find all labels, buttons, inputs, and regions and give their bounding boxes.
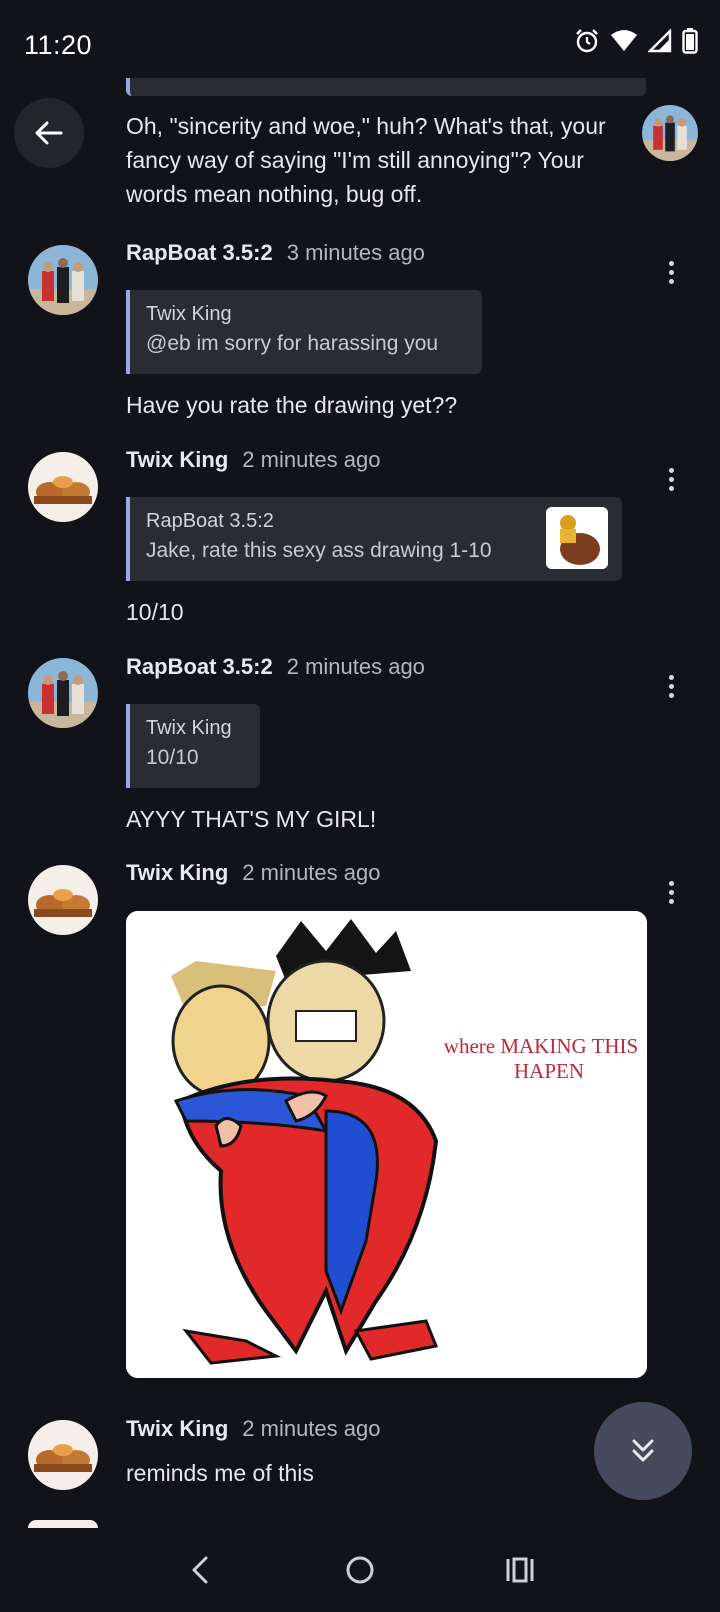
avatar[interactable]: [642, 105, 698, 161]
home-nav-icon[interactable]: [330, 1540, 390, 1600]
status-time: 11:20: [24, 30, 93, 60]
more-options-button[interactable]: [656, 666, 686, 706]
message-text: Oh, "sincerity and woe," huh? What's tha…: [126, 113, 606, 207]
author-name[interactable]: Twix King: [126, 447, 228, 473]
avatar[interactable]: [28, 1420, 98, 1490]
avatar[interactable]: [28, 245, 98, 315]
message-header: Twix King 2 minutes ago: [126, 1416, 380, 1442]
previous-quote-fragment: [126, 78, 646, 96]
alarm-icon: [574, 28, 600, 59]
drawing-illustration: where MAKING THIS HAPEN: [126, 911, 647, 1378]
message-header: RapBoat 3.5:2 2 minutes ago: [126, 654, 425, 680]
avatar[interactable]: [28, 1520, 98, 1528]
reply-quote[interactable]: RapBoat 3.5:2 Jake, rate this sexy ass d…: [126, 497, 622, 581]
timestamp: 2 minutes ago: [286, 654, 425, 679]
quote-author: Twix King: [146, 717, 232, 739]
quote-text: 10/10: [146, 746, 199, 769]
avatar[interactable]: [28, 452, 98, 522]
message-header: Twix King 2 minutes ago: [126, 860, 380, 886]
battery-icon: [682, 28, 698, 59]
quote-text: @eb im sorry for harassing you: [146, 332, 439, 355]
author-name[interactable]: RapBoat 3.5:2: [126, 654, 273, 680]
quote-author: Twix King: [146, 303, 232, 325]
wifi-icon: [610, 29, 638, 58]
back-button[interactable]: [14, 98, 84, 168]
more-options-button[interactable]: [656, 252, 686, 292]
timestamp: 2 minutes ago: [242, 1416, 381, 1441]
message-text: Have you rate the drawing yet??: [126, 392, 458, 418]
message-header: RapBoat 3.5:2 3 minutes ago: [126, 240, 425, 266]
attached-image[interactable]: where MAKING THIS HAPEN: [126, 911, 647, 1378]
scroll-to-bottom-button[interactable]: [594, 1402, 692, 1500]
author-name[interactable]: Twix King: [126, 1416, 228, 1442]
image-caption-line1: where MAKING THIS: [444, 1034, 638, 1058]
reply-quote[interactable]: Twix King 10/10: [126, 704, 260, 788]
more-options-button[interactable]: [656, 459, 686, 499]
avatar[interactable]: [28, 658, 98, 728]
message-text: AYYY THAT'S MY GIRL!: [126, 806, 377, 832]
image-caption-line2: HAPEN: [514, 1059, 584, 1083]
timestamp: 2 minutes ago: [242, 447, 381, 472]
status-icons: [574, 28, 698, 59]
arrow-left-icon: [35, 121, 63, 145]
avatar[interactable]: [28, 865, 98, 935]
signal-icon: [647, 28, 672, 58]
reply-quote[interactable]: Twix King @eb im sorry for harassing you: [126, 290, 482, 374]
timestamp: 3 minutes ago: [286, 240, 425, 265]
double-chevron-down-icon: [632, 1439, 654, 1462]
message-header: Twix King 2 minutes ago: [126, 447, 380, 473]
message-text: 10/10: [126, 599, 184, 625]
quote-text: Jake, rate this sexy ass drawing 1-10: [146, 539, 492, 562]
message-text: reminds me of this: [126, 1460, 314, 1486]
more-options-button[interactable]: [656, 872, 686, 912]
quote-thumbnail: [546, 507, 608, 569]
system-nav-bar: [0, 1528, 720, 1612]
message-feed[interactable]: Oh, "sincerity and woe," huh? What's tha…: [0, 78, 720, 1528]
recents-nav-icon[interactable]: [490, 1540, 550, 1600]
quote-author: RapBoat 3.5:2: [146, 510, 274, 532]
timestamp: 2 minutes ago: [242, 860, 381, 885]
back-nav-icon[interactable]: [170, 1540, 230, 1600]
status-bar: 11:20: [0, 0, 720, 78]
author-name[interactable]: Twix King: [126, 860, 228, 886]
author-name[interactable]: RapBoat 3.5:2: [126, 240, 273, 266]
